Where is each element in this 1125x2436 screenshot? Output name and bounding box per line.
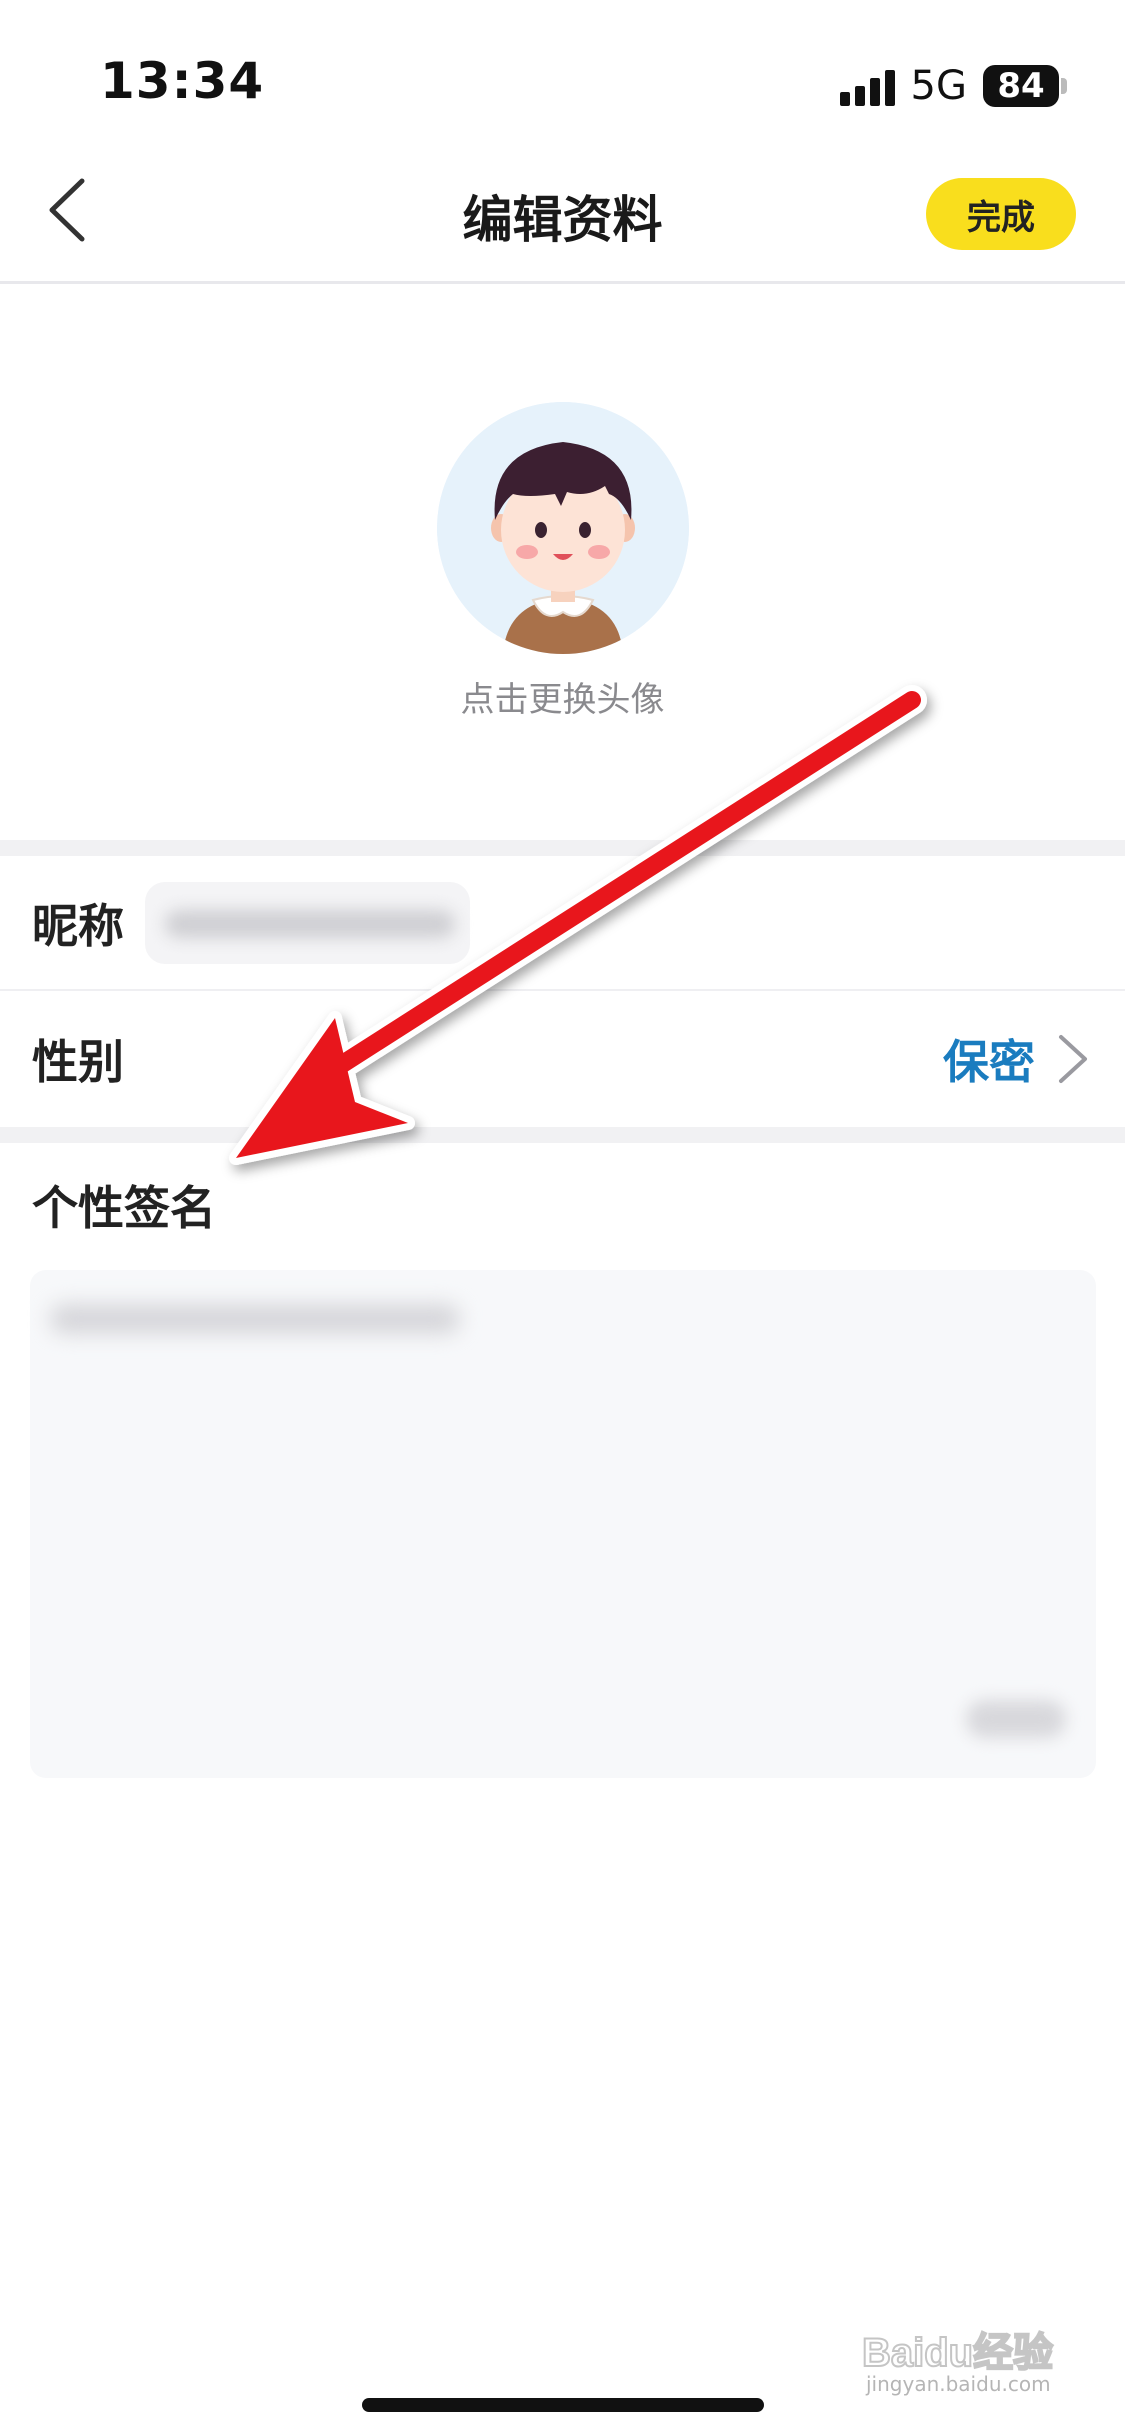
signature-textarea[interactable]: [30, 1270, 1096, 1778]
network-type: 5G: [910, 63, 967, 109]
gender-value: 保密: [943, 1035, 1035, 1089]
gender-label: 性别: [32, 1035, 124, 1089]
header-divider: [0, 281, 1125, 284]
row-divider: [0, 989, 1125, 991]
avatar-boy-illustration: [437, 402, 689, 654]
nickname-label: 昵称: [32, 899, 124, 953]
section-separator: [0, 1127, 1125, 1143]
watermark-url: jingyan.baidu.com: [866, 2372, 1051, 2396]
nickname-row[interactable]: 昵称: [0, 858, 1125, 988]
home-indicator[interactable]: [362, 2398, 764, 2412]
status-indicators: 5G 84: [839, 60, 1067, 112]
status-time: 13:34: [100, 52, 265, 110]
gender-row[interactable]: 性别 保密: [0, 994, 1125, 1124]
baidu-jingyan-watermark: Baidu经验 jingyan.baidu.com: [861, 2320, 1072, 2410]
signature-label: 个性签名: [32, 1181, 216, 1235]
chevron-right-icon: [1059, 1035, 1087, 1083]
cellular-signal-icon: [839, 66, 895, 106]
avatar[interactable]: [437, 402, 689, 654]
battery-icon: 84: [983, 65, 1067, 107]
change-avatar-hint[interactable]: 点击更换头像: [0, 672, 1125, 721]
nickname-field-redacted[interactable]: [145, 882, 470, 964]
signature-text-redacted: [50, 1304, 460, 1334]
battery-level: 84: [983, 65, 1059, 107]
character-counter-redacted: [966, 1700, 1066, 1738]
done-button[interactable]: 完成: [926, 178, 1076, 250]
watermark-text: Baidu经验: [861, 2330, 1054, 2376]
section-separator: [0, 840, 1125, 856]
